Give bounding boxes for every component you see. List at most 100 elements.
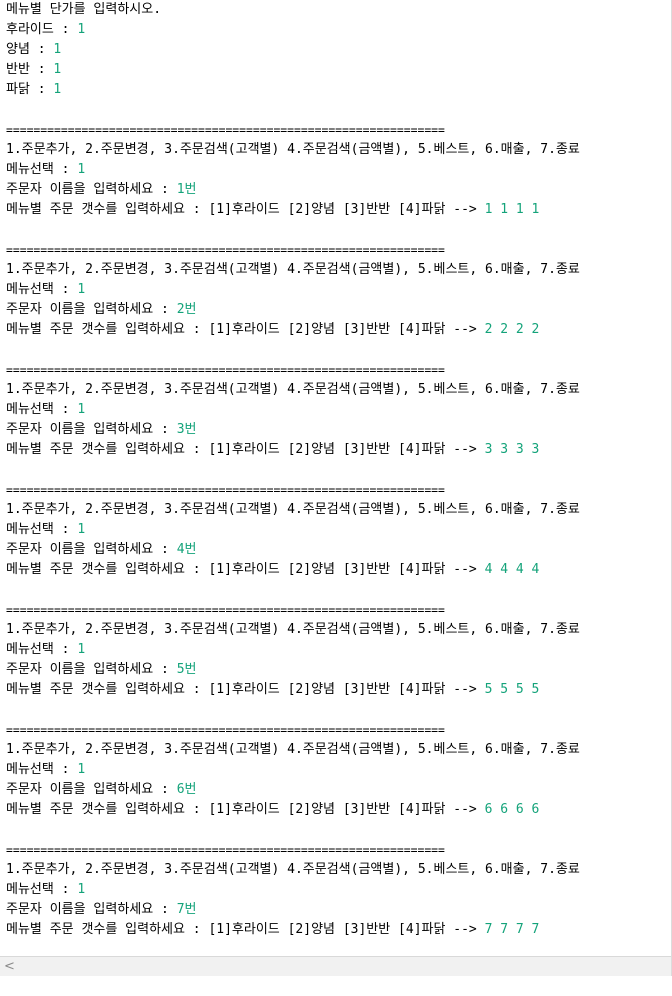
customer-name-prompt: 주문자 이름을 입력하세요 :: [6, 662, 177, 677]
price-line-pa-dak: 파닭 : 1: [6, 80, 671, 100]
customer-name-prompt: 주문자 이름을 입력하세요 :: [6, 902, 177, 917]
menu-options-line: 1.주문추가, 2.주문변경, 3.주문검색(고객별) 4.주문검색(금액별),…: [6, 382, 580, 397]
order-count-input: 2 2 2 2: [484, 322, 540, 337]
separator-line: ========================================…: [6, 843, 445, 857]
order-count-line: 메뉴별 주문 갯수를 입력하세요 : [1]후라이드 [2]양념 [3]반반 […: [6, 920, 671, 940]
console-lines: 메뉴별 단가를 입력하시오. 후라이드 : 1 양념 : 1 반반 : 1 파닭…: [6, 0, 671, 976]
order-count-line: 메뉴별 주문 갯수를 입력하세요 : [1]후라이드 [2]양념 [3]반반 […: [6, 800, 671, 820]
menu-select-input: 1: [77, 642, 86, 657]
customer-name-input: 3번: [176, 422, 197, 437]
order-count-input: 6 6 6 6: [484, 802, 540, 817]
customer-name-input: 7번: [176, 902, 197, 917]
menu-select-line: 메뉴선택 : 1: [6, 400, 671, 420]
order-count-input: 1 1 1 1: [484, 202, 540, 217]
customer-name-line: 주문자 이름을 입력하세요 : 5번: [6, 660, 671, 680]
price-label: 후라이드 :: [6, 22, 78, 37]
console-output: 메뉴별 단가를 입력하시오. 후라이드 : 1 양념 : 1 반반 : 1 파닭…: [0, 0, 672, 976]
separator-line: ========================================…: [6, 123, 445, 137]
menu-select-prompt: 메뉴선택 :: [6, 282, 78, 297]
price-label: 양념 :: [6, 42, 54, 57]
menu-select-input: 1: [77, 282, 86, 297]
menu-select-line: 메뉴선택 : 1: [6, 520, 671, 540]
separator-line: ========================================…: [6, 243, 445, 257]
price-input: 1: [53, 62, 62, 77]
menu-select-line: 메뉴선택 : 1: [6, 160, 671, 180]
customer-name-line: 주문자 이름을 입력하세요 : 3번: [6, 420, 671, 440]
price-label: 파닭 :: [6, 82, 54, 97]
customer-name-line: 주문자 이름을 입력하세요 : 1번: [6, 180, 671, 200]
customer-name-prompt: 주문자 이름을 입력하세요 :: [6, 302, 177, 317]
order-count-prompt: 메뉴별 주문 갯수를 입력하세요 : [1]후라이드 [2]양념 [3]반반 […: [6, 442, 485, 457]
customer-name-prompt: 주문자 이름을 입력하세요 :: [6, 782, 177, 797]
order-count-input: 3 3 3 3: [484, 442, 540, 457]
customer-name-line: 주문자 이름을 입력하세요 : 2번: [6, 300, 671, 320]
menu-select-prompt: 메뉴선택 :: [6, 762, 78, 777]
menu-select-line: 메뉴선택 : 1: [6, 880, 671, 900]
order-count-line: 메뉴별 주문 갯수를 입력하세요 : [1]후라이드 [2]양념 [3]반반 […: [6, 560, 671, 580]
price-label: 반반 :: [6, 62, 54, 77]
order-count-input: 5 5 5 5: [484, 682, 540, 697]
customer-name-line: 주문자 이름을 입력하세요 : 7번: [6, 900, 671, 920]
menu-select-line: 메뉴선택 : 1: [6, 640, 671, 660]
order-count-prompt: 메뉴별 주문 갯수를 입력하세요 : [1]후라이드 [2]양념 [3]반반 […: [6, 322, 485, 337]
order-count-line: 메뉴별 주문 갯수를 입력하세요 : [1]후라이드 [2]양념 [3]반반 […: [6, 440, 671, 460]
order-count-line: 메뉴별 주문 갯수를 입력하세요 : [1]후라이드 [2]양념 [3]반반 […: [6, 200, 671, 220]
horizontal-scrollbar[interactable]: <: [0, 956, 671, 976]
order-count-prompt: 메뉴별 주문 갯수를 입력하세요 : [1]후라이드 [2]양념 [3]반반 […: [6, 682, 485, 697]
menu-select-prompt: 메뉴선택 :: [6, 882, 78, 897]
menu-options-line: 1.주문추가, 2.주문변경, 3.주문검색(고객별) 4.주문검색(금액별),…: [6, 622, 580, 637]
separator-line: ========================================…: [6, 363, 445, 377]
order-count-prompt: 메뉴별 주문 갯수를 입력하세요 : [1]후라이드 [2]양념 [3]반반 […: [6, 202, 485, 217]
scroll-left-arrow-icon[interactable]: <: [4, 957, 18, 976]
order-count-input: 4 4 4 4: [484, 562, 540, 577]
customer-name-prompt: 주문자 이름을 입력하세요 :: [6, 182, 177, 197]
order-count-input: 7 7 7 7: [484, 922, 540, 937]
menu-select-prompt: 메뉴선택 :: [6, 522, 78, 537]
order-count-prompt: 메뉴별 주문 갯수를 입력하세요 : [1]후라이드 [2]양념 [3]반반 […: [6, 802, 485, 817]
customer-name-line: 주문자 이름을 입력하세요 : 4번: [6, 540, 671, 560]
menu-select-prompt: 메뉴선택 :: [6, 642, 78, 657]
menu-select-input: 1: [77, 162, 86, 177]
customer-name-prompt: 주문자 이름을 입력하세요 :: [6, 422, 177, 437]
separator-line: ========================================…: [6, 483, 445, 497]
menu-select-input: 1: [77, 882, 86, 897]
menu-select-input: 1: [77, 402, 86, 417]
menu-select-prompt: 메뉴선택 :: [6, 402, 78, 417]
menu-select-input: 1: [77, 762, 86, 777]
customer-name-input: 2번: [176, 302, 197, 317]
price-line-seasoned: 양념 : 1: [6, 40, 671, 60]
price-input: 1: [53, 42, 62, 57]
customer-name-prompt: 주문자 이름을 입력하세요 :: [6, 542, 177, 557]
customer-name-line: 주문자 이름을 입력하세요 : 6번: [6, 780, 671, 800]
order-count-line: 메뉴별 주문 갯수를 입력하세요 : [1]후라이드 [2]양념 [3]반반 […: [6, 680, 671, 700]
price-input: 1: [77, 22, 86, 37]
customer-name-input: 6번: [176, 782, 197, 797]
menu-select-line: 메뉴선택 : 1: [6, 280, 671, 300]
price-prompt: 메뉴별 단가를 입력하시오.: [6, 2, 162, 17]
menu-options-line: 1.주문추가, 2.주문변경, 3.주문검색(고객별) 4.주문검색(금액별),…: [6, 742, 580, 757]
menu-select-input: 1: [77, 522, 86, 537]
menu-options-line: 1.주문추가, 2.주문변경, 3.주문검색(고객별) 4.주문검색(금액별),…: [6, 862, 580, 877]
price-input: 1: [53, 82, 62, 97]
order-count-prompt: 메뉴별 주문 갯수를 입력하세요 : [1]후라이드 [2]양념 [3]반반 […: [6, 922, 485, 937]
price-line-half: 반반 : 1: [6, 60, 671, 80]
menu-select-prompt: 메뉴선택 :: [6, 162, 78, 177]
customer-name-input: 5번: [176, 662, 197, 677]
order-count-line: 메뉴별 주문 갯수를 입력하세요 : [1]후라이드 [2]양념 [3]반반 […: [6, 320, 671, 340]
customer-name-input: 1번: [176, 182, 197, 197]
price-line-fried: 후라이드 : 1: [6, 20, 671, 40]
separator-line: ========================================…: [6, 603, 445, 617]
menu-options-line: 1.주문추가, 2.주문변경, 3.주문검색(고객별) 4.주문검색(금액별),…: [6, 262, 580, 277]
menu-options-line: 1.주문추가, 2.주문변경, 3.주문검색(고객별) 4.주문검색(금액별),…: [6, 502, 580, 517]
separator-line: ========================================…: [6, 723, 445, 737]
customer-name-input: 4번: [176, 542, 197, 557]
menu-options-line: 1.주문추가, 2.주문변경, 3.주문검색(고객별) 4.주문검색(금액별),…: [6, 142, 580, 157]
menu-select-line: 메뉴선택 : 1: [6, 760, 671, 780]
